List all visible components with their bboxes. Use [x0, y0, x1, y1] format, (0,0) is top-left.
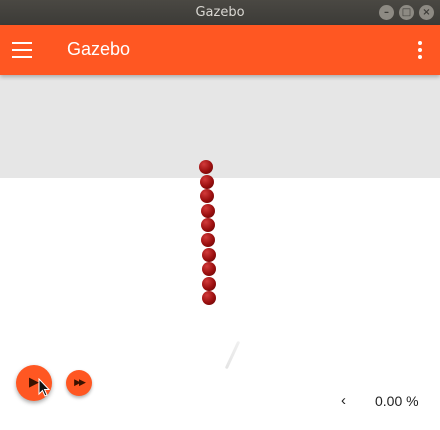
window-titlebar[interactable]: Gazebo – □ ×	[0, 0, 440, 25]
mouse-cursor-icon	[38, 378, 50, 397]
close-icon[interactable]: ×	[419, 5, 434, 20]
window-title: Gazebo	[195, 5, 245, 20]
scene-ground-plane	[0, 178, 440, 430]
app-bar: Gazebo	[0, 25, 440, 75]
chain-ball[interactable]	[202, 276, 216, 291]
app-title: Gazebo	[67, 39, 131, 59]
window-controls: – □ ×	[379, 5, 434, 20]
rtf-collapse-chevron-icon[interactable]: ‹	[341, 392, 346, 409]
fast-forward-button[interactable]: ▶▶	[66, 370, 92, 396]
chain-ball[interactable]	[201, 203, 215, 218]
minimize-icon[interactable]: –	[379, 5, 394, 20]
scene-sky	[0, 75, 440, 178]
chain-ball[interactable]	[201, 233, 215, 247]
real-time-factor: 0.00 %	[375, 393, 419, 409]
scene-viewport[interactable]	[0, 75, 440, 430]
maximize-icon[interactable]: □	[399, 5, 414, 20]
more-vertical-icon[interactable]	[418, 41, 422, 59]
hamburger-menu-icon[interactable]	[12, 42, 32, 58]
chain-ball[interactable]	[199, 160, 213, 174]
chain-ball[interactable]	[202, 247, 216, 262]
fast-forward-icon: ▶▶	[74, 378, 86, 388]
chain-ball[interactable]	[200, 174, 214, 189]
